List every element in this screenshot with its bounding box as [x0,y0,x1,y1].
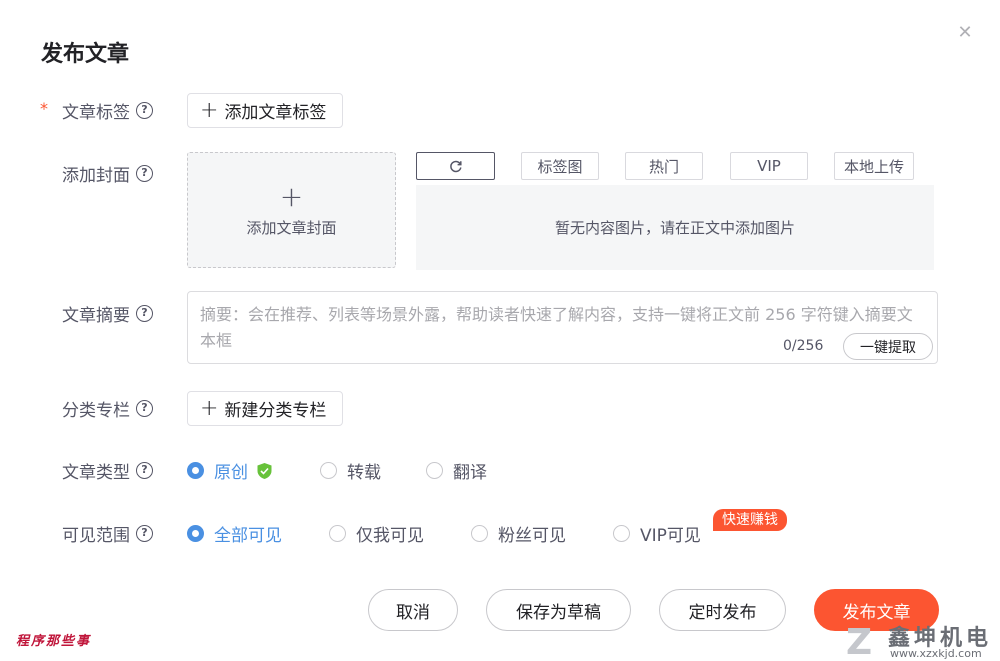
watermark-logo: Z [846,622,873,661]
abstract-char-count: 0/256 [783,338,824,354]
cover-label-row: 添加封面 ? [62,161,153,186]
visibility-all-radio[interactable]: 全部可见 [187,521,282,546]
tab-local-upload[interactable]: 本地上传 [834,152,914,180]
type-label: 文章类型 [62,463,130,483]
radio-dot [426,462,443,479]
radio-dot [187,462,204,479]
type-translate-radio[interactable]: 翻译 [426,458,487,483]
visibility-self-radio[interactable]: 仅我可见 [329,521,424,546]
schedule-publish-button[interactable]: 定时发布 [659,589,786,631]
help-icon[interactable]: ? [136,305,153,322]
radio-dot [320,462,337,479]
visibility-fans-label: 粉丝可见 [498,526,566,546]
abstract-textarea[interactable]: 摘要：会在推荐、列表等场景外露，帮助读者快速了解内容，支持一键将正文前 256 … [187,291,938,364]
empty-images-text: 暂无内容图片，请在正文中添加图片 [554,219,795,237]
cover-upload-box[interactable]: + 添加文章封面 [187,152,396,268]
tags-label-row: 文章标签 ? [62,98,153,123]
help-icon[interactable]: ? [136,462,153,479]
abstract-label: 文章摘要 [62,306,130,326]
type-repost-radio[interactable]: 转载 [320,458,381,483]
radio-dot [613,525,630,542]
required-mark: * [40,99,48,118]
new-column-button[interactable]: + 新建分类专栏 [187,391,343,426]
type-repost-label: 转载 [347,463,381,483]
radio-dot [187,525,204,542]
content-image-area: 暂无内容图片，请在正文中添加图片 [416,185,934,270]
shield-check-icon [257,462,272,479]
type-original-label: 原创 [214,463,248,483]
cover-label: 添加封面 [62,166,130,186]
watermark-right: Z 鑫坤机电 www.xzxkjd.com [846,620,1000,661]
type-original-radio[interactable]: 原创 [187,458,273,483]
help-icon[interactable]: ? [136,102,153,119]
visibility-label: 可见范围 [62,526,130,546]
add-tag-button[interactable]: + 添加文章标签 [187,93,343,128]
visibility-self-label: 仅我可见 [356,526,424,546]
new-column-label: 新建分类专栏 [224,401,327,421]
save-draft-button[interactable]: 保存为草稿 [486,589,631,631]
visibility-vip-radio[interactable]: VIP可见 [613,521,701,546]
visibility-all-label: 全部可见 [214,526,282,546]
visibility-fans-radio[interactable]: 粉丝可见 [471,521,566,546]
publish-dialog: 发布文章 ✕ * 文章标签 ? + 添加文章标签 添加封面 ? + 添加文章封面… [0,0,1000,661]
radio-dot [329,525,346,542]
help-icon[interactable]: ? [136,165,153,182]
tags-label: 文章标签 [62,103,130,123]
column-label-row: 分类专栏 ? [62,396,153,421]
watermark-url: www.xzxkjd.com [890,647,982,660]
refresh-button[interactable] [416,152,495,180]
help-icon[interactable]: ? [136,525,153,542]
type-label-row: 文章类型 ? [62,458,153,483]
visibility-label-row: 可见范围 ? [62,521,153,546]
refresh-icon [449,160,462,173]
visibility-vip-label: VIP可见 [640,526,701,546]
dialog-title: 发布文章 [41,42,130,67]
plus-icon: + [200,97,219,123]
help-icon[interactable]: ? [136,400,153,417]
tab-tag-image[interactable]: 标签图 [521,152,599,180]
abstract-label-row: 文章摘要 ? [62,301,153,326]
extract-button[interactable]: 一键提取 [843,333,933,360]
radio-dot [471,525,488,542]
close-icon[interactable]: ✕ [955,23,975,43]
cancel-button[interactable]: 取消 [368,589,458,631]
watermark-left: 程序那些事 [16,634,92,649]
tab-vip[interactable]: VIP [730,152,808,180]
cover-upload-label: 添加文章封面 [246,218,337,237]
add-tag-label: 添加文章标签 [224,103,327,123]
plus-icon: + [279,179,304,213]
promo-badge: 快速赚钱 [713,509,787,531]
tab-hot[interactable]: 热门 [625,152,703,180]
type-translate-label: 翻译 [453,463,487,483]
plus-icon: + [200,395,219,421]
column-label: 分类专栏 [62,401,130,421]
